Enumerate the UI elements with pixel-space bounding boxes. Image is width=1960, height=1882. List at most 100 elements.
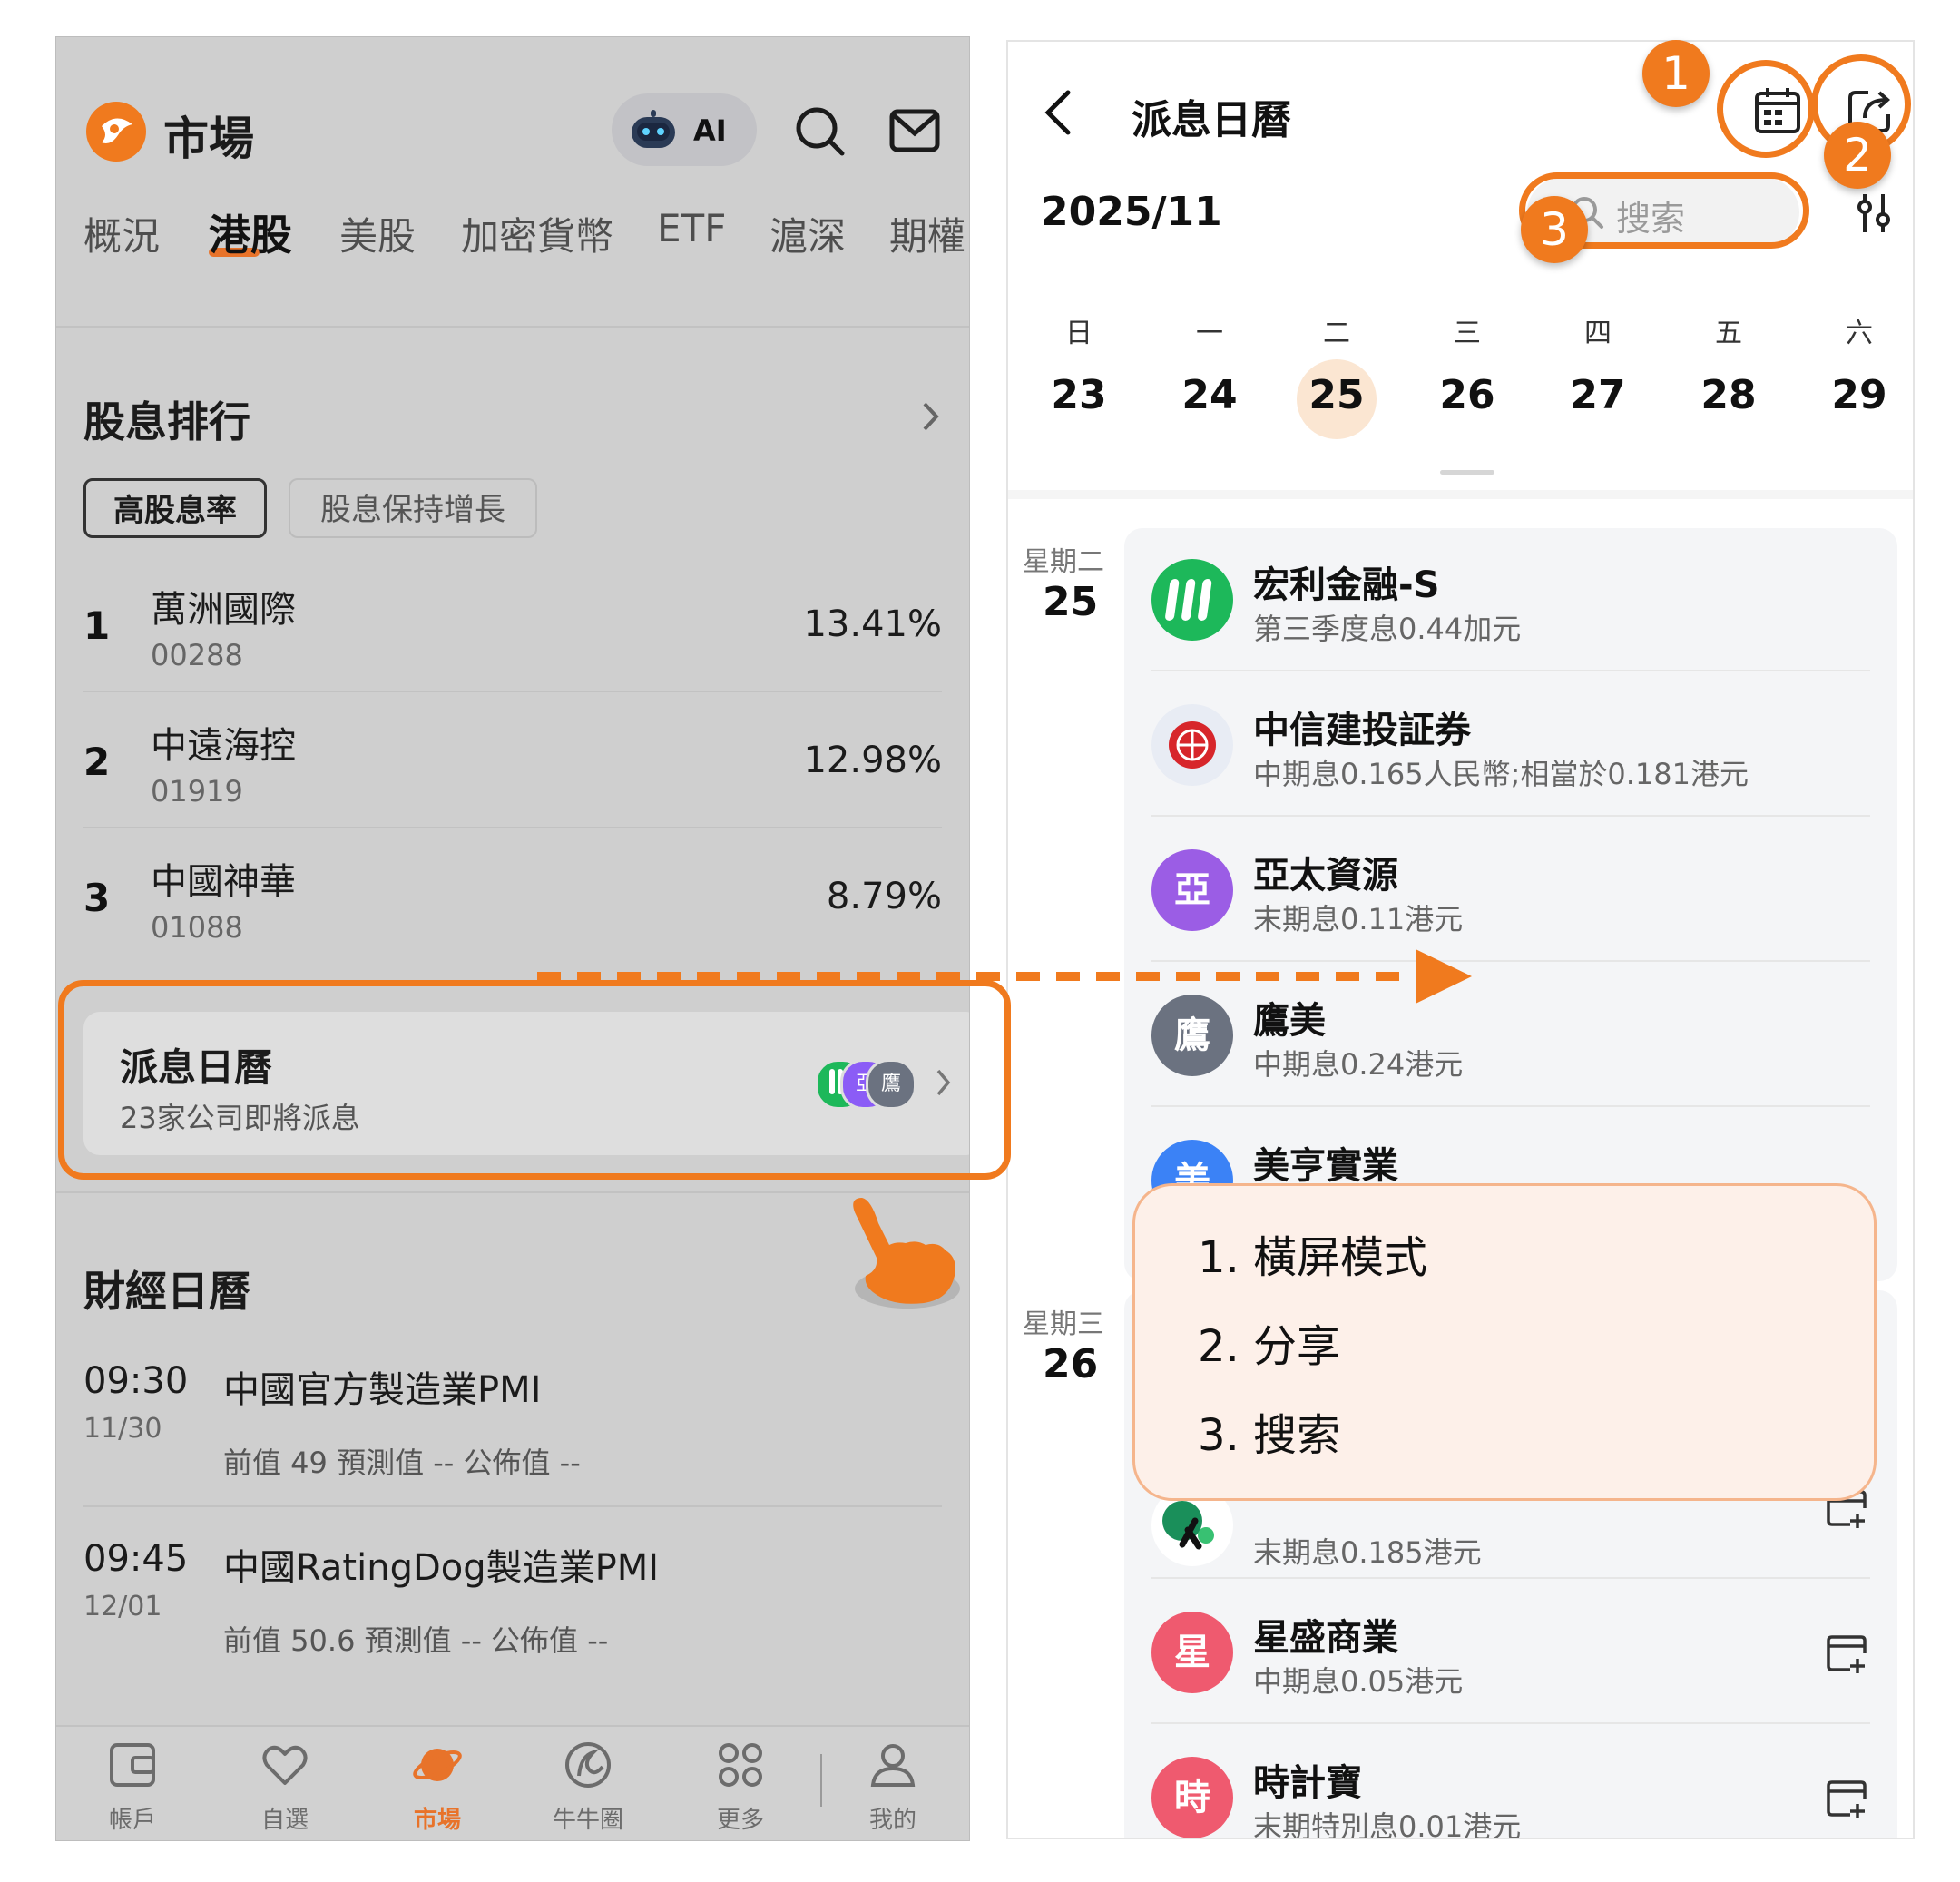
event-date: 12/01	[83, 1591, 162, 1622]
company-name[interactable]: 美亨實業	[1253, 1136, 1398, 1189]
tab-hk-stocks[interactable]: 港股	[209, 202, 292, 262]
add-to-calendar-icon[interactable]	[1825, 1630, 1870, 1675]
stock-code: 01919	[151, 774, 243, 809]
market-screen: 市場 AI 概況 港股 美股 加密貨幣 ETF 滬深 期權 股息排行 高股息率 …	[55, 36, 970, 1841]
mail-icon[interactable]	[889, 108, 940, 153]
day-number[interactable]: 25	[1296, 372, 1377, 418]
divider	[83, 1505, 942, 1507]
month-label[interactable]: 2025/11	[1041, 189, 1222, 235]
tab-etf[interactable]: ETF	[657, 206, 726, 250]
day-number[interactable]: 29	[1818, 372, 1900, 418]
divider	[83, 691, 942, 692]
tab-us-stocks[interactable]: 美股	[339, 206, 416, 261]
bottom-tab-bar: 帳戶 自選 市場 牛牛圈 更多 我的	[56, 1725, 969, 1840]
day-number[interactable]: 24	[1169, 372, 1250, 418]
group-day: 26	[1043, 1341, 1099, 1387]
chevron-right-icon[interactable]	[920, 398, 942, 435]
divider	[56, 326, 969, 328]
rank-number: 3	[83, 876, 111, 920]
weekday-label: 四	[1584, 318, 1612, 349]
divider	[56, 1191, 969, 1193]
annotation-ring	[1717, 60, 1815, 158]
stock-yield: 8.79%	[826, 876, 942, 917]
company-name[interactable]: 亞太資源	[1253, 846, 1398, 898]
planet-icon	[412, 1740, 463, 1790]
moomoo-logo-icon	[83, 99, 149, 164]
stock-name[interactable]: 中遠海控	[151, 716, 296, 769]
company-name[interactable]: 時計寶	[1253, 1753, 1362, 1806]
filter-sliders-icon[interactable]	[1854, 191, 1894, 236]
circle-swirl-icon	[563, 1740, 613, 1790]
day-number[interactable]: 23	[1038, 372, 1120, 418]
company-logo: 亞	[1152, 849, 1233, 931]
event-name[interactable]: 中國官方製造業PMI	[223, 1360, 541, 1413]
tab-more[interactable]: 更多	[668, 1727, 813, 1840]
legend-item: 3. 搜索	[1198, 1410, 1341, 1461]
tab-label: 我的	[868, 1807, 916, 1834]
rank-number: 2	[83, 740, 111, 784]
weekday-label: 一	[1196, 318, 1223, 349]
day-number[interactable]: 28	[1688, 372, 1769, 418]
stock-code: 01088	[151, 910, 243, 945]
event-name[interactable]: 中國RatingDog製造業PMI	[223, 1538, 659, 1591]
tab-label: 帳戶	[108, 1807, 156, 1834]
tab-account[interactable]: 帳戶	[60, 1727, 205, 1840]
divider	[83, 827, 942, 828]
company-logo: 星	[1152, 1612, 1233, 1693]
dividend-rank-title: 股息排行	[83, 397, 250, 446]
tab-community[interactable]: 牛牛圈	[515, 1727, 661, 1840]
event-values: 前值 50.6 預測值 -- 公佈值 --	[223, 1623, 609, 1658]
chip-high-yield[interactable]: 高股息率	[83, 478, 267, 538]
dividend-desc: 中期息0.165人民幣;相當於0.181港元	[1253, 757, 1749, 791]
group-weekday: 星期三	[1023, 1309, 1104, 1340]
annotation-badge: 3	[1521, 196, 1588, 263]
tab-a-shares[interactable]: 滬深	[769, 206, 846, 261]
tab-overview[interactable]: 概況	[83, 206, 160, 261]
tab-options[interactable]: 期權	[889, 206, 965, 261]
company-logo	[1152, 559, 1233, 641]
page-title: 市場	[163, 113, 254, 165]
event-time: 09:30	[83, 1360, 189, 1402]
divider	[1152, 815, 1870, 817]
day-number[interactable]: 27	[1557, 372, 1639, 418]
search-icon[interactable]	[793, 104, 848, 159]
tab-label: 自選	[260, 1807, 309, 1834]
tab-crypto[interactable]: 加密貨幣	[461, 206, 613, 261]
day-number[interactable]: 26	[1426, 372, 1508, 418]
company-name[interactable]: 星盛商業	[1253, 1608, 1398, 1661]
weekday-label: 五	[1715, 318, 1742, 349]
back-arrow-icon[interactable]	[1041, 85, 1077, 140]
drag-handle[interactable]	[1440, 470, 1494, 475]
stock-yield: 12.98%	[803, 740, 942, 781]
tab-market[interactable]: 市場	[365, 1727, 510, 1840]
weekday-label: 六	[1846, 318, 1873, 349]
weekday-label: 二	[1323, 318, 1350, 349]
econ-calendar-title: 財經日曆	[83, 1267, 250, 1316]
stock-yield: 13.41%	[803, 603, 942, 645]
divider	[1152, 1105, 1870, 1107]
grid-icon	[715, 1740, 766, 1790]
tab-me[interactable]: 我的	[820, 1727, 965, 1840]
dividend-desc: 末期息0.11港元	[1253, 902, 1464, 936]
group-day: 25	[1043, 579, 1099, 625]
person-icon	[867, 1740, 918, 1790]
stock-name[interactable]: 中國神華	[151, 852, 296, 905]
company-name[interactable]: 中信建投証券	[1253, 701, 1471, 753]
legend-item: 1. 橫屏模式	[1198, 1232, 1428, 1283]
company-name[interactable]: 宏利金融-S	[1253, 555, 1439, 608]
tab-watchlist[interactable]: 自選	[212, 1727, 358, 1840]
divider	[1152, 670, 1870, 671]
weekday-label: 日	[1065, 318, 1093, 349]
ai-label: AI	[693, 113, 727, 148]
company-logo	[1152, 704, 1233, 786]
tab-label: 更多	[716, 1807, 764, 1834]
robot-icon	[626, 108, 681, 153]
stock-name[interactable]: 萬洲國際	[151, 580, 296, 632]
event-time: 09:45	[83, 1538, 189, 1580]
tap-hand-icon	[837, 1194, 973, 1321]
wallet-icon	[107, 1740, 158, 1790]
add-to-calendar-icon[interactable]	[1825, 1775, 1870, 1820]
heart-icon	[260, 1740, 310, 1790]
dividend-desc: 末期特別息0.01港元	[1253, 1809, 1522, 1839]
chip-dividend-growth[interactable]: 股息保持增長	[289, 478, 537, 538]
